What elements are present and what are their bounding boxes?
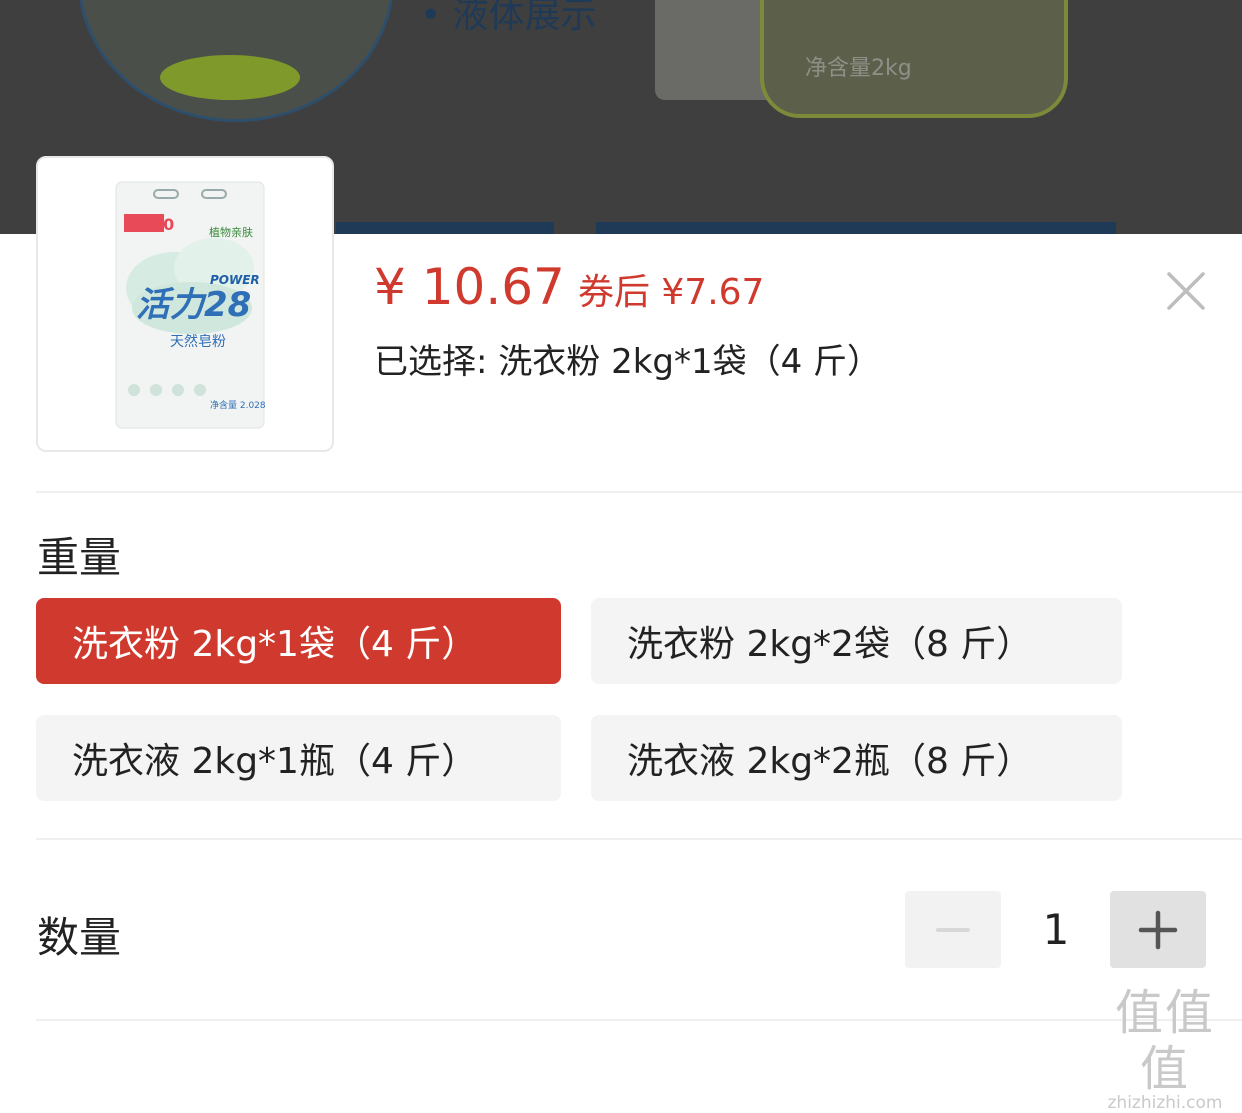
weight-option-liquid-2bottle[interactable]: 洗衣液 2kg*2瓶（8 斤） — [591, 715, 1122, 801]
background-bar — [336, 222, 554, 234]
minus-icon — [936, 928, 970, 932]
selected-sku-text: 已选择: 洗衣粉 2kg*1袋（4 斤） — [374, 342, 882, 382]
price-row: ¥ 10.67 券后 ¥7.67 — [374, 258, 764, 316]
svg-text:植物亲肤: 植物亲肤 — [209, 225, 253, 239]
weight-option-powder-2bag[interactable]: 洗衣粉 2kg*2袋（8 斤） — [591, 598, 1122, 684]
bag-net-text: 净含量 2.028kg — [210, 399, 266, 411]
bag-brand-text: 活力28 — [136, 285, 251, 325]
watermark-logo: 值值值 — [1114, 985, 1215, 1097]
product-thumbnail: 70 植物亲肤 POWER 活力28 天然皂粉 净含量 2.028kg — [36, 156, 334, 452]
site-watermark: 值值值 zhizhizhi.com — [1092, 985, 1238, 1113]
price-current: ¥ 10.67 — [374, 258, 565, 316]
option-label: 洗衣粉 2kg*1袋（4 斤） — [72, 624, 478, 665]
quantity-value[interactable]: 1 — [1002, 891, 1110, 968]
divider — [36, 491, 1242, 493]
option-label: 洗衣液 2kg*1瓶（4 斤） — [72, 741, 478, 782]
watermark-domain: zhizhizhi.com — [1107, 1093, 1223, 1113]
svg-text:70: 70 — [152, 215, 174, 234]
close-icon[interactable] — [1163, 268, 1209, 314]
quantity-section-title: 数量 — [37, 913, 122, 962]
background-bar — [596, 222, 1116, 234]
option-label: 洗衣液 2kg*2瓶（8 斤） — [627, 741, 1033, 782]
weight-option-powder-1bag[interactable]: 洗衣粉 2kg*1袋（4 斤） — [36, 598, 561, 684]
divider — [36, 838, 1242, 840]
background-heading: • 液体展示 — [420, 0, 597, 36]
plus-icon — [1138, 910, 1178, 950]
price-after-coupon: 券后 ¥7.67 — [577, 272, 765, 313]
divider — [36, 1019, 1242, 1021]
option-label: 洗衣粉 2kg*2袋（8 斤） — [627, 624, 1033, 665]
bag-sub-text: 天然皂粉 — [170, 333, 226, 350]
quantity-increase-button[interactable] — [1110, 891, 1206, 968]
quantity-decrease-button[interactable] — [905, 891, 1001, 968]
weight-option-liquid-1bottle[interactable]: 洗衣液 2kg*1瓶（4 斤） — [36, 715, 561, 801]
detergent-bag-image: 70 植物亲肤 POWER 活力28 天然皂粉 净含量 2.028kg — [115, 181, 266, 429]
background-bottle-label: 净含量2kg — [805, 56, 912, 81]
weight-section-title: 重量 — [37, 533, 122, 582]
background-liquid-graphic — [160, 55, 300, 100]
